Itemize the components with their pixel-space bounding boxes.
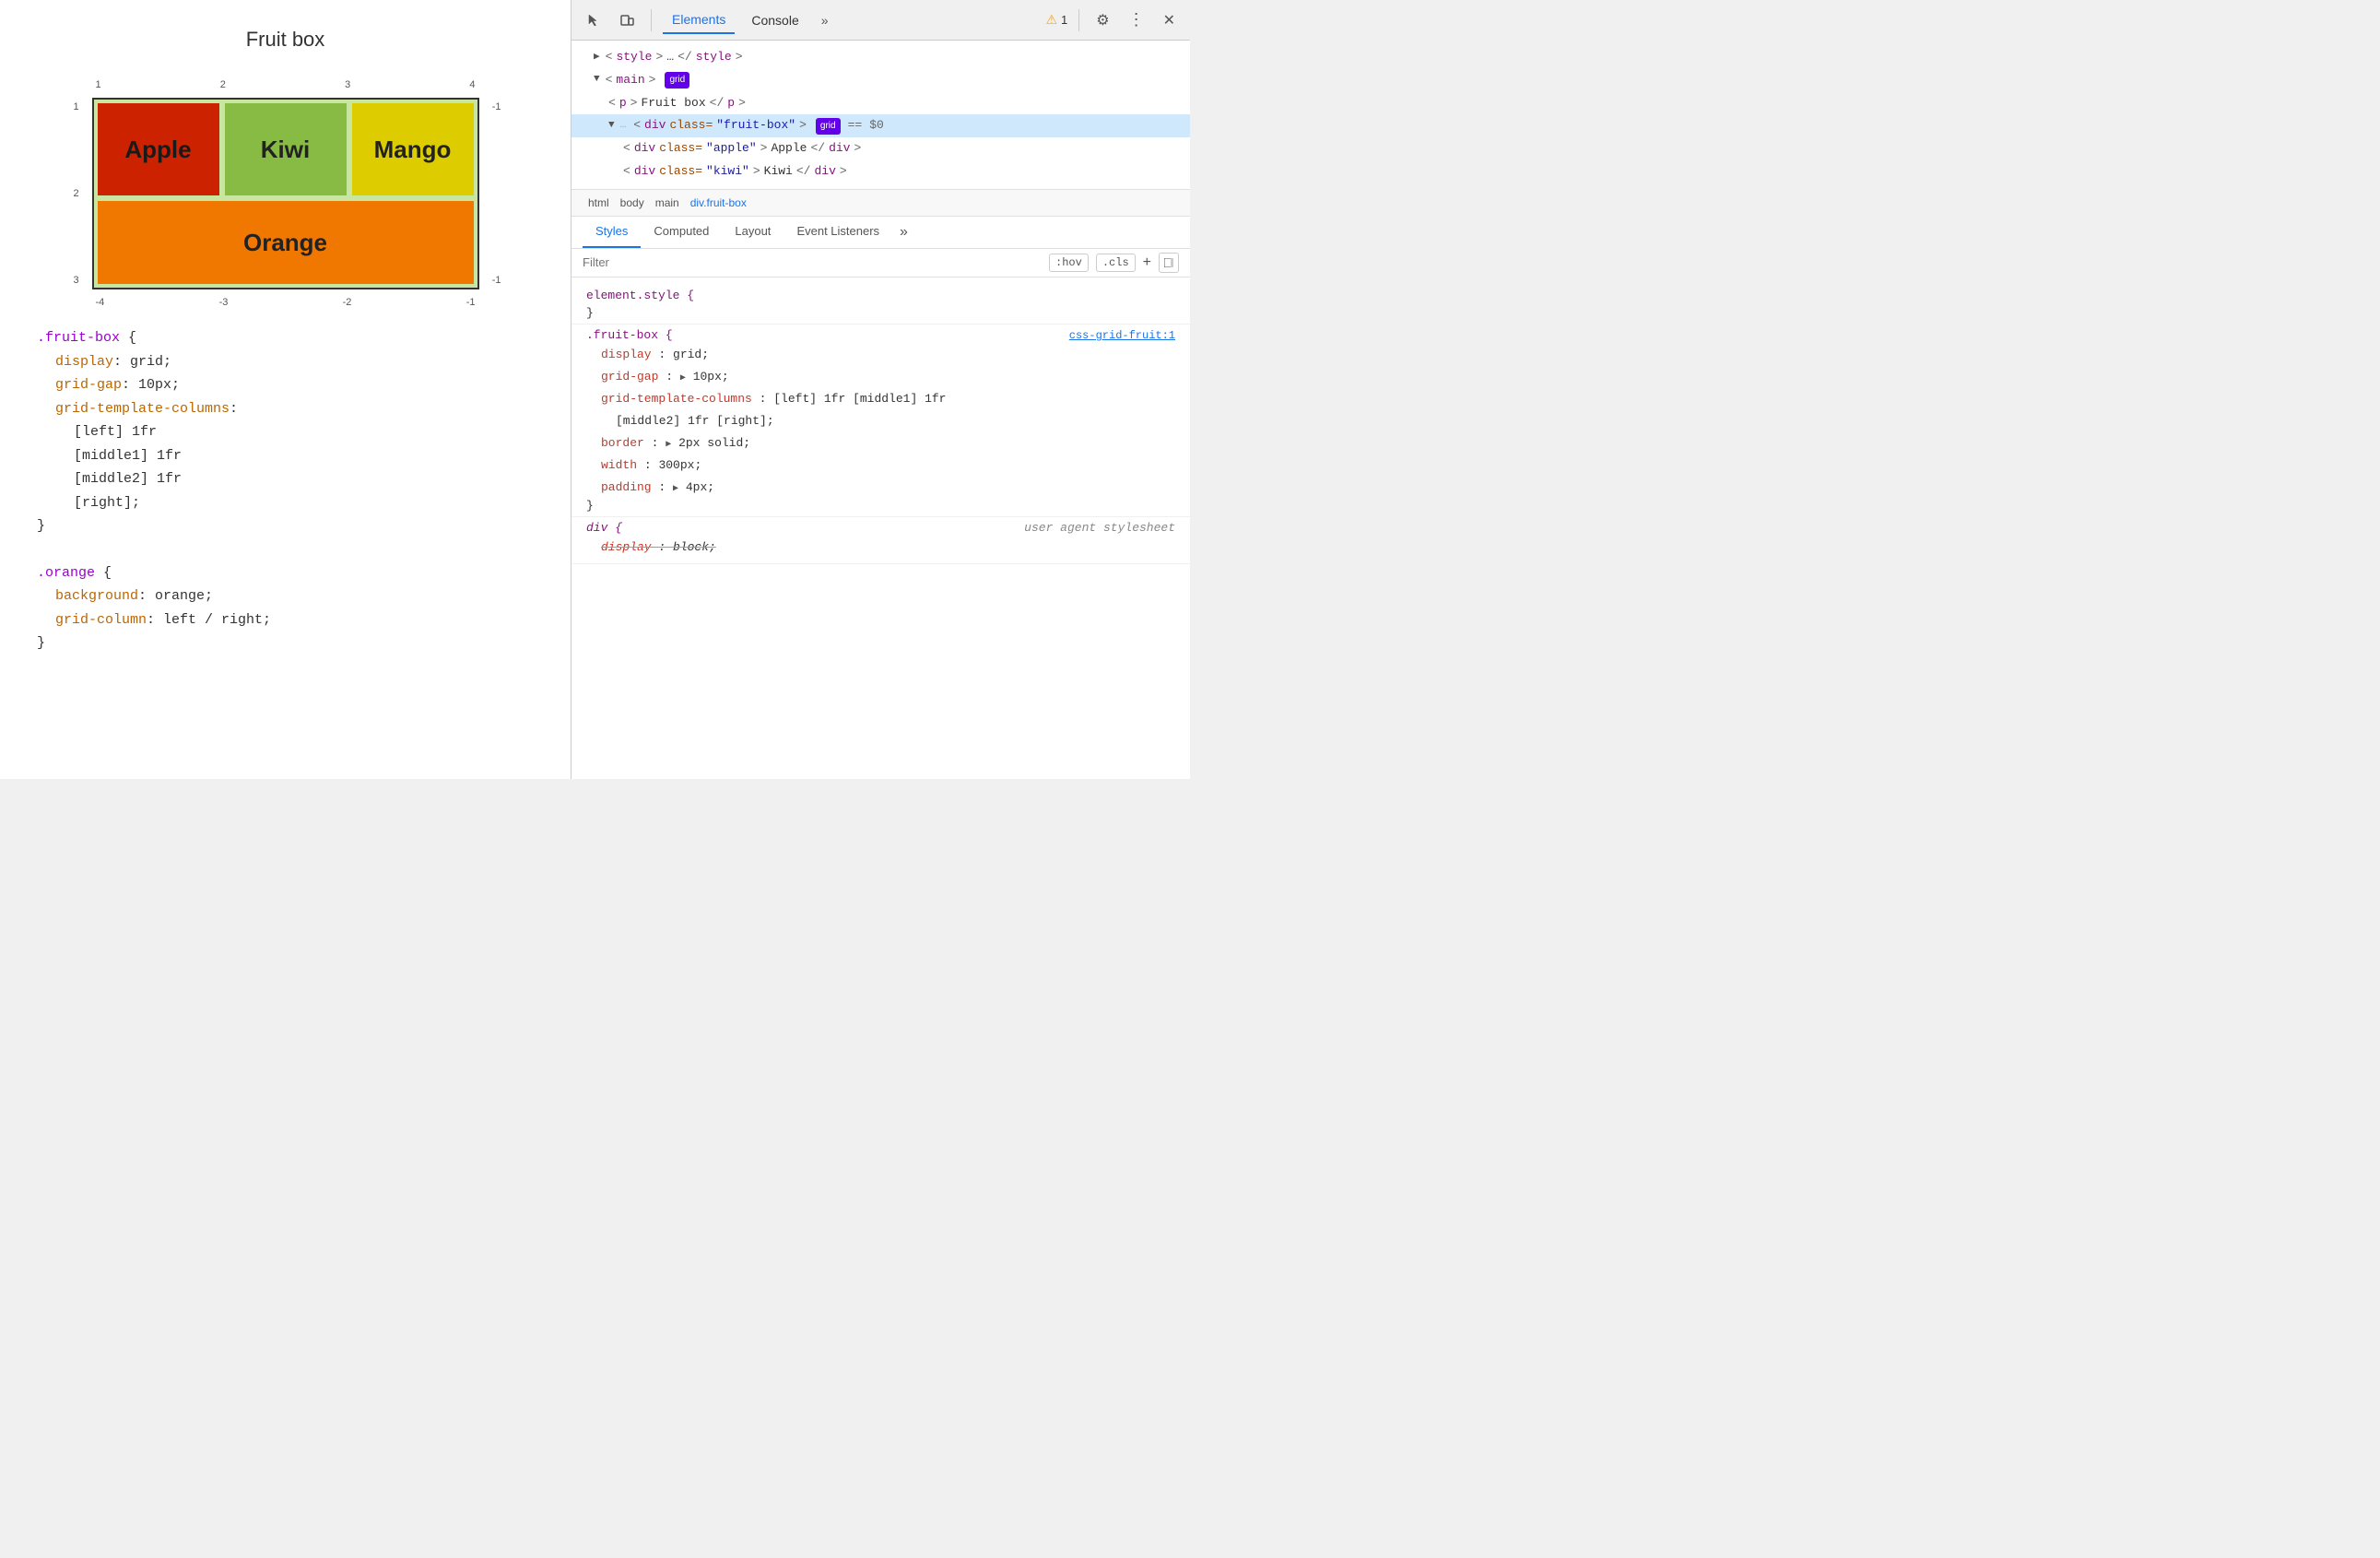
grid-numbers-top: 1 2 3 4 [96,79,476,90]
filter-bar: :hov .cls + [571,249,1190,277]
kiwi-cell: Kiwi [225,103,347,195]
grid-gap-expand[interactable]: ▶ [680,373,686,384]
grid-numbers-right: -1 -1 [492,101,501,286]
fruit-grid: Apple Kiwi Mango Orange [92,98,479,289]
device-icon [619,13,634,28]
css-selector: .fruit-box [37,330,120,346]
add-rule-button[interactable]: + [1143,254,1151,271]
elements-tab-button[interactable]: Elements [663,6,735,34]
box-inspect-button[interactable] [614,9,640,31]
settings-button[interactable]: ⚙ [1090,7,1114,33]
user-agent-label: user agent stylesheet [1024,521,1175,535]
border-expand[interactable]: ▶ [666,440,671,450]
breadcrumb-main[interactable]: main [650,194,685,212]
element-style-selector: element.style { [586,289,694,302]
div-rule-block: div { user agent stylesheet display : bl… [571,517,1190,563]
breadcrumb-div-fruit-box[interactable]: div.fruit-box [685,194,752,212]
grid-numbers-left: 1 2 3 [74,101,79,286]
devtools-panel: Elements Console » ⚠ 1 ⚙ ⋮ ✕ ▶ <style> …… [571,0,1190,779]
div-css-selector: div { [586,521,622,535]
grid-numbers-bottom: -4 -3 -2 -1 [96,297,476,308]
tree-style-element[interactable]: ▶ <style> … </style> [571,46,1190,69]
tree-apple-element[interactable]: <div class="apple" > Apple </div> [571,137,1190,160]
css-selector-orange: .orange [37,565,95,581]
left-panel: Fruit box 1 2 3 4 -4 -3 -2 -1 1 2 3 -1 -… [0,0,571,779]
fruit-box-rule-block: .fruit-box { css-grid-fruit:1 display : … [571,325,1190,518]
tree-fruit-box-element[interactable]: ▼ … <div class="fruit-box" > grid == $0 [571,114,1190,137]
close-button[interactable]: ✕ [1158,7,1181,33]
breadcrumb-html[interactable]: html [583,194,615,212]
apple-cell: Apple [98,103,219,195]
tree-main-element[interactable]: ▼ <main> grid [571,69,1190,92]
more-options-button[interactable]: ⋮ [1123,6,1150,33]
fruit-box-css-source[interactable]: css-grid-fruit:1 [1069,329,1175,342]
grid-visualization: 1 2 3 4 -4 -3 -2 -1 1 2 3 -1 -1 Apple Ki… [92,98,479,289]
console-tab-button[interactable]: Console [742,7,807,33]
cursor-icon [586,13,601,28]
fruit-box-code: .fruit-box { display: grid; grid-gap: 10… [37,326,534,538]
more-tabs-button[interactable]: » [816,9,834,31]
devtools-toolbar: Elements Console » ⚠ 1 ⚙ ⋮ ✕ [571,0,1190,41]
main-grid-badge[interactable]: grid [665,72,689,89]
padding-expand[interactable]: ▶ [673,484,678,494]
toggle-sidebar-button[interactable] [1159,253,1179,273]
tree-kiwi-element[interactable]: <div class="kiwi" > Kiwi </div> [571,160,1190,183]
element-style-block: element.style { } [571,285,1190,325]
fruit-box-css-selector[interactable]: .fruit-box { [586,328,673,342]
sidebar-arrow-icon [1164,258,1173,267]
css-rules-panel: element.style { } .fruit-box { css-grid-… [571,277,1190,779]
layout-tab-button[interactable]: Layout [722,217,784,248]
orange-cell: Orange [98,201,474,284]
warning-icon: ⚠ [1045,12,1057,28]
tree-p-element[interactable]: <p> Fruit box </p> [571,92,1190,115]
cursor-tool-button[interactable] [581,9,607,31]
filter-input[interactable] [583,255,1042,269]
toolbar-divider-1 [651,9,652,31]
warning-count: 1 [1061,13,1067,27]
cls-button[interactable]: .cls [1096,254,1136,272]
computed-tab-button[interactable]: Computed [641,217,722,248]
orange-code: .orange { background: orange; grid-colum… [37,561,534,655]
warning-badge: ⚠ 1 [1045,12,1067,28]
fruit-box-title: Fruit box [246,28,325,52]
breadcrumb-body[interactable]: body [615,194,650,212]
styles-more-button[interactable]: » [892,217,915,248]
styles-tabs-bar: Styles Computed Layout Event Listeners » [571,217,1190,249]
mango-cell: Mango [352,103,474,195]
breadcrumb-bar: html body main div.fruit-box [571,190,1190,217]
styles-tab-button[interactable]: Styles [583,217,641,248]
fruit-box-grid-badge[interactable]: grid [816,118,841,135]
event-listeners-tab-button[interactable]: Event Listeners [784,217,892,248]
code-section: .fruit-box { display: grid; grid-gap: 10… [18,326,552,679]
hov-button[interactable]: :hov [1049,254,1089,272]
html-tree: ▶ <style> … </style> ▼ <main> grid <p> F… [571,41,1190,190]
toolbar-divider-2 [1078,9,1079,31]
